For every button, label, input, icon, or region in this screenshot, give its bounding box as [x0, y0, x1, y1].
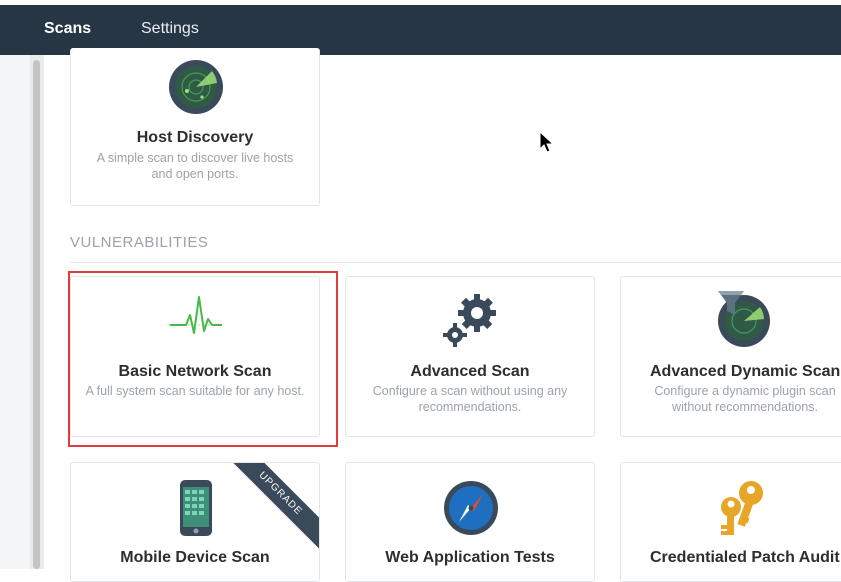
upgrade-badge: UPGRADE: [219, 463, 319, 555]
template-card-host-discovery[interactable]: Host Discovery A simple scan to discover…: [70, 48, 320, 206]
mouse-cursor-icon: [539, 131, 555, 153]
template-card-mobile-device-scan[interactable]: UPGRADE Mobile Device Scan: [70, 462, 320, 582]
card-title: Basic Network Scan: [118, 363, 272, 380]
template-card-advanced-scan[interactable]: Advanced Scan Configure a scan without u…: [345, 276, 595, 437]
card-description: A simple scan to discover live hosts and…: [96, 151, 294, 181]
mobile-phone-icon: [180, 480, 212, 536]
card-title: Host Discovery: [136, 129, 254, 146]
scrollbar-thumb[interactable]: [33, 60, 40, 569]
card-title: Mobile Device Scan: [120, 549, 270, 566]
radar-filter-icon: [718, 291, 770, 347]
card-title: Advanced Scan: [410, 363, 530, 380]
left-panel: [0, 55, 30, 569]
card-description: A full system scan suitable for any host…: [85, 384, 305, 398]
card-title: Advanced Dynamic Scan: [650, 363, 841, 380]
template-card-credentialed-patch-audit[interactable]: Credentialed Patch Audit: [620, 462, 841, 582]
upgrade-ribbon: UPGRADE: [219, 463, 319, 563]
card-title: Credentialed Patch Audit: [650, 549, 840, 566]
gears-icon: [443, 294, 496, 347]
pulse-icon: [168, 296, 222, 334]
template-card-basic-network-scan[interactable]: Basic Network Scan A full system scan su…: [70, 276, 320, 437]
card-title: Web Application Tests: [385, 549, 555, 566]
compass-icon: [444, 481, 498, 535]
keys-icon: [721, 481, 763, 535]
template-card-web-application-tests[interactable]: Web Application Tests: [345, 462, 595, 582]
radar-icon: [169, 60, 223, 114]
card-description: Configure a scan without using any recom…: [372, 384, 568, 414]
section-heading-vulnerabilities: VULNERABILITIES: [70, 234, 209, 251]
template-card-advanced-dynamic-scan[interactable]: Advanced Dynamic Scan Configure a dynami…: [620, 276, 841, 437]
card-description: Configure a dynamic plugin scan without …: [654, 384, 836, 414]
section-divider: [70, 262, 841, 263]
